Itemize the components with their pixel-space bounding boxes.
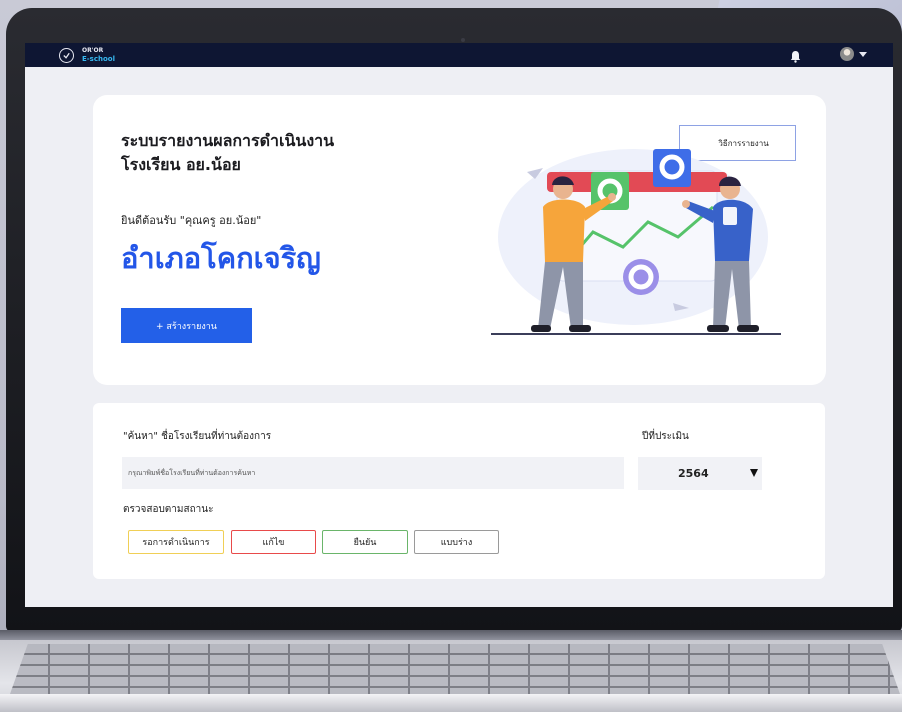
status-pending-button[interactable]: รอการดำเนินการ — [128, 530, 224, 554]
year-label: ปีที่ประเมิน — [642, 431, 689, 442]
page-title: ระบบรายงานผลการดำเนินงาน โรงเรียน อย.น้อ… — [121, 129, 441, 177]
welcome-text: ยินดีต้อนรับ "คุณครู อย.น้อย" — [121, 214, 262, 227]
create-report-button[interactable]: + สร้างรายงาน — [121, 308, 252, 343]
district-name: อำเภอโคกเจริญ — [121, 241, 321, 275]
search-label: "ค้นหา" ชื่อโรงเรียนที่ท่านต้องการ — [123, 431, 272, 442]
logo-text[interactable]: OR'OR E-school — [82, 47, 115, 63]
title-line-1: ระบบรายงานผลการดำเนินงาน — [121, 131, 335, 150]
year-select[interactable]: 2564 — [638, 457, 762, 490]
user-menu[interactable] — [840, 47, 867, 61]
year-select-value: 2564 — [678, 467, 709, 480]
top-navbar: OR'OR E-school — [25, 43, 893, 67]
status-draft-button[interactable]: แบบร่าง — [414, 530, 499, 554]
bell-icon[interactable] — [790, 48, 801, 67]
laptop-keyboard — [10, 644, 900, 694]
app-screen: OR'OR E-school ระบบรายงานผลการดำเนินงาน … — [25, 43, 893, 607]
avatar[interactable] — [840, 47, 854, 61]
search-card: "ค้นหา" ชื่อโรงเรียนที่ท่านต้องการ ปีที่… — [93, 403, 825, 579]
hero-card: ระบบรายงานผลการดำเนินงาน โรงเรียน อย.น้อ… — [93, 95, 826, 385]
logo-bottom-text: E-school — [82, 55, 116, 63]
laptop-base-lip — [0, 694, 902, 712]
logo-top-text: OR'OR — [82, 47, 104, 54]
status-filter-label: ตรวจสอบตามสถานะ — [123, 504, 214, 515]
title-line-2: โรงเรียน อย.น้อย — [121, 155, 241, 174]
school-search-input[interactable] — [122, 457, 624, 489]
dropdown-arrow-icon[interactable] — [750, 469, 758, 477]
chevron-down-icon[interactable] — [859, 51, 867, 57]
camera-dot — [461, 38, 465, 42]
status-edit-button[interactable]: แก้ไข — [231, 530, 316, 554]
status-confirmed-button[interactable]: ยืนยัน — [322, 530, 408, 554]
hero-illustration — [491, 149, 781, 335]
logo-icon[interactable] — [59, 47, 74, 63]
